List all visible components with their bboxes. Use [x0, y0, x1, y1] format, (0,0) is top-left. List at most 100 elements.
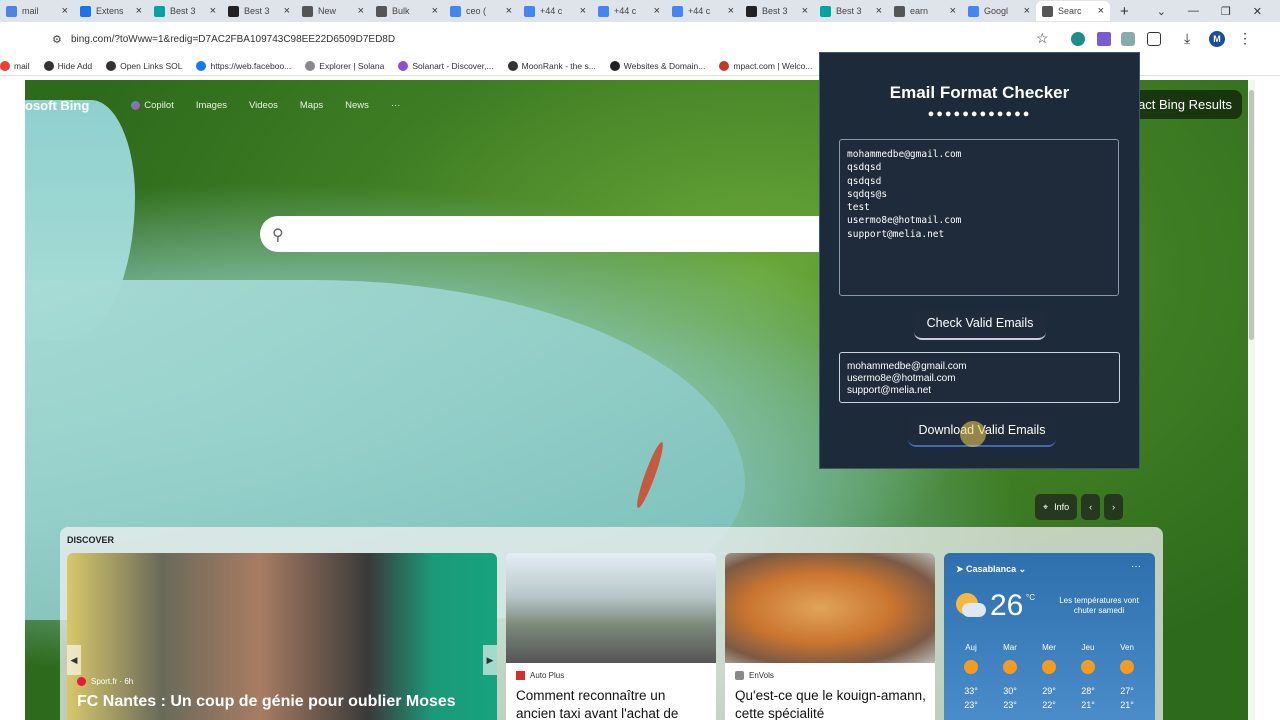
bookmark-item[interactable]: Hide Add: [43, 60, 92, 71]
kebab-menu-icon[interactable]: ⋮: [1238, 30, 1252, 47]
close-tab-icon[interactable]: ×: [1024, 5, 1030, 17]
site-info-icon[interactable]: ⚙: [52, 33, 62, 46]
tab-title: ceo (: [466, 6, 487, 16]
scrollbar-thumb[interactable]: [1249, 90, 1254, 340]
source-icon: [77, 677, 86, 686]
check-valid-emails-button[interactable]: Check Valid Emails: [914, 308, 1046, 340]
forecast-day[interactable]: Auj 33° 23°: [954, 643, 988, 710]
new-tab-icon[interactable]: +: [1120, 3, 1129, 20]
browser-tab[interactable]: Extens ×: [74, 1, 148, 21]
restore-icon[interactable]: ❐: [1221, 5, 1231, 18]
minimize-icon[interactable]: —: [1188, 5, 1199, 17]
browser-tab[interactable]: +44 c ×: [666, 1, 740, 21]
chevron-down-icon[interactable]: ⌄: [1157, 5, 1166, 18]
url-field[interactable]: bing.com/?toWww=1&redig=D7AC2FBA109743C9…: [71, 34, 395, 45]
bing-logo[interactable]: osoft Bing: [25, 98, 89, 113]
close-tab-icon[interactable]: ×: [62, 5, 68, 17]
pen-extension-icon[interactable]: [1097, 32, 1111, 46]
email-checker-extension-icon[interactable]: [1121, 32, 1135, 46]
forecast-low: 23°: [964, 700, 978, 710]
previous-image-button[interactable]: ‹: [1081, 494, 1101, 520]
browser-tab[interactable]: Googl ×: [962, 1, 1036, 21]
bookmark-item[interactable]: MoonRank - the s...: [507, 60, 596, 71]
close-tab-icon[interactable]: ×: [580, 5, 586, 17]
search-box[interactable]: ⚲: [260, 216, 830, 252]
google-icon: [524, 5, 535, 17]
close-tab-icon[interactable]: ×: [506, 5, 512, 17]
weather-city[interactable]: ➤ Casablanca ⌄: [956, 564, 1026, 575]
bookmark-item[interactable]: mpact.com | Welco...: [719, 60, 812, 71]
news-card[interactable]: EnVols Qu'est-ce que le kouign-amann, ce…: [725, 553, 935, 720]
bookmark-item[interactable]: Solanart - Discover,...: [398, 60, 494, 71]
avatar[interactable]: M: [1209, 31, 1225, 47]
browser-tab[interactable]: +44 c ×: [592, 1, 666, 21]
close-tab-icon[interactable]: ×: [876, 5, 882, 17]
extension-icon[interactable]: [1071, 32, 1085, 46]
close-tab-icon[interactable]: ×: [136, 5, 142, 17]
close-tab-icon[interactable]: ×: [950, 5, 956, 17]
weather-widget[interactable]: ➤ Casablanca ⌄ ··· 26 °C Les température…: [944, 553, 1155, 720]
bing-nav-item[interactable]: Images: [196, 100, 227, 111]
more-options-icon[interactable]: ···: [1131, 561, 1141, 572]
forecast-low: 21°: [1120, 700, 1134, 710]
bing-nav-item[interactable]: Copilot: [131, 100, 174, 111]
browser-tab[interactable]: mail ×: [0, 1, 74, 21]
close-tab-icon[interactable]: ×: [358, 5, 364, 17]
forecast-day[interactable]: Mer 29° 22°: [1032, 643, 1066, 710]
news-card[interactable]: Sport.fr · 6h FC Nantes : Un coup de gén…: [67, 553, 497, 720]
forecast-day[interactable]: Mar 30° 23°: [993, 643, 1027, 710]
bookmark-item[interactable]: mail: [0, 60, 30, 71]
impact-bing-results-button[interactable]: act Bing Results: [1128, 90, 1242, 119]
browser-tab[interactable]: earn ×: [888, 1, 962, 21]
sun-icon: [1081, 660, 1095, 674]
browser-tab[interactable]: New ×: [296, 1, 370, 21]
browser-tab[interactable]: Best 3 ×: [814, 1, 888, 21]
news-source: EnVols: [735, 671, 774, 680]
tab-title: Best 3: [836, 6, 862, 16]
valid-email-line: support@melia.net: [847, 385, 932, 396]
download-icon[interactable]: ⤓: [1184, 30, 1190, 47]
forecast-day[interactable]: Jeu 28° 21°: [1071, 643, 1105, 710]
bookmark-item[interactable]: https://web.faceboo...: [196, 60, 291, 71]
email-input[interactable]: [839, 139, 1119, 296]
close-tab-icon[interactable]: ×: [1098, 5, 1104, 17]
forecast-day[interactable]: Ven 27° 21°: [1110, 643, 1144, 710]
page-scrollbar[interactable]: [1248, 80, 1255, 720]
chevron-down-icon: ⌄: [1016, 564, 1027, 574]
close-tab-icon[interactable]: ×: [432, 5, 438, 17]
browser-tab[interactable]: Best 3 ×: [740, 1, 814, 21]
close-tab-icon[interactable]: ×: [728, 5, 734, 17]
browser-tab[interactable]: Searc ×: [1036, 1, 1110, 21]
browser-tab[interactable]: Bulk ×: [370, 1, 444, 21]
close-icon[interactable]: ✕: [1253, 5, 1262, 18]
valid-emails-output: mohammedbe@gmail.com usermo8e@hotmail.com…: [839, 352, 1120, 403]
bookmark-item[interactable]: Websites & Domain...: [609, 60, 705, 71]
bing-nav-item[interactable]: Videos: [249, 100, 278, 111]
browser-tab[interactable]: +44 c ×: [518, 1, 592, 21]
carousel-prev-button[interactable]: ◀: [67, 645, 81, 675]
news-source-label: Auto Plus: [530, 671, 565, 680]
info-button[interactable]: ⌖ Info: [1035, 494, 1078, 520]
browser-tab[interactable]: Best 3 ×: [222, 1, 296, 21]
search-icon: ⚲: [272, 227, 284, 244]
bing-nav-label: News: [345, 100, 369, 111]
tab-title: +44 c: [614, 6, 637, 16]
bookmark-item[interactable]: Explorer | Solana: [305, 60, 384, 71]
bing-nav-item[interactable]: ···: [391, 100, 401, 111]
close-tab-icon[interactable]: ×: [210, 5, 216, 17]
next-image-button[interactable]: ›: [1104, 494, 1124, 520]
bookmark-item[interactable]: Open Links SOL: [106, 60, 182, 71]
forecast-day-label: Jeu: [1081, 643, 1095, 652]
browser-tab[interactable]: ceo ( ×: [444, 1, 518, 21]
browser-tab[interactable]: Best 3 ×: [148, 1, 222, 21]
weather-note[interactable]: Les températures vont chuter samedi: [1054, 596, 1144, 616]
bing-nav-item[interactable]: Maps: [300, 100, 323, 111]
bookmark-star-icon[interactable]: ☆: [1036, 30, 1049, 47]
puzzle-icon[interactable]: [1147, 32, 1161, 46]
close-tab-icon[interactable]: ×: [284, 5, 290, 17]
carousel-next-button[interactable]: ▶: [483, 645, 497, 675]
close-tab-icon[interactable]: ×: [654, 5, 660, 17]
bing-nav-item[interactable]: News: [345, 100, 369, 111]
close-tab-icon[interactable]: ×: [802, 5, 808, 17]
news-card[interactable]: Auto Plus Comment reconnaître un ancien …: [506, 553, 716, 720]
